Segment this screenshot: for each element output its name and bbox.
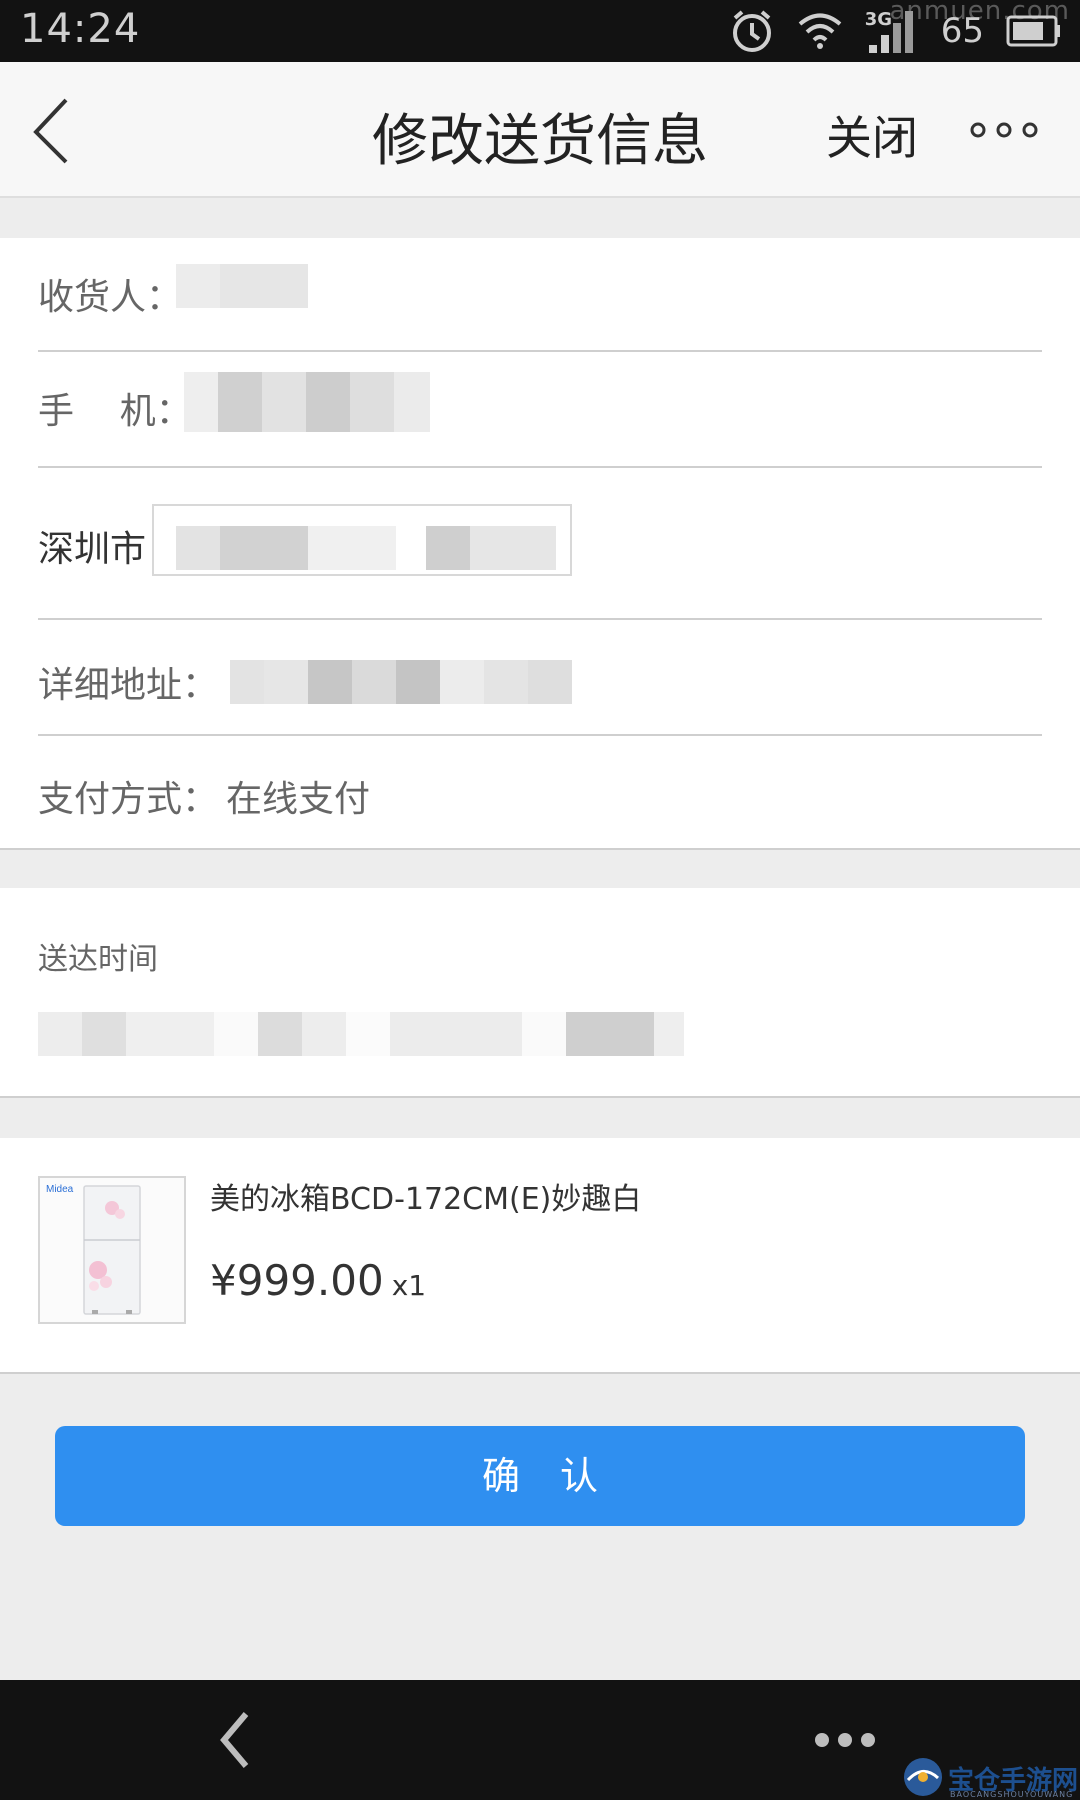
shipping-form: 收货人： 手 机： 深圳市 详细地址： 支付方式： 在线支付: [0, 238, 1080, 850]
phone-value[interactable]: [184, 372, 430, 432]
more-icon[interactable]: [964, 118, 1064, 142]
city-label: 深圳市: [38, 529, 147, 570]
battery-level: 65: [940, 11, 984, 51]
city-select[interactable]: [152, 504, 572, 576]
product-image: Midea: [38, 1176, 186, 1324]
back-icon[interactable]: [216, 1710, 256, 1770]
district-value: [176, 526, 556, 570]
status-time: 14:24: [20, 6, 141, 52]
address-label: 详细地址：: [38, 665, 219, 706]
recipient-label: 收货人：: [38, 277, 183, 318]
delivery-time-value: [38, 1012, 704, 1056]
payment-label: 支付方式：: [38, 779, 219, 820]
address-row[interactable]: 详细地址：: [38, 620, 1042, 736]
site-logo-icon: [904, 1758, 942, 1796]
delivery-time-section[interactable]: 送达时间: [0, 888, 1080, 1098]
payment-value: 在线支付: [226, 779, 371, 820]
status-icons: 3G 65: [729, 0, 1062, 62]
product-name: 美的冰箱BCD-172CM(E)妙趣白: [210, 1182, 642, 1217]
refrigerator-image: [40, 1178, 184, 1322]
status-bar: 14:24 anmuen.com 3G 65: [0, 0, 1080, 62]
phone-row[interactable]: 手 机：: [38, 352, 1042, 468]
bottom-bar: 宝仓手游网 BAOCANGSHOUYOUWANG: [0, 1680, 1080, 1800]
phone-label: 手 机：: [38, 391, 192, 432]
product-quantity: x1: [391, 1269, 427, 1302]
wifi-icon: [798, 13, 842, 49]
product-price-line: ¥999.00 x1: [210, 1256, 426, 1305]
payment-row: 支付方式： 在线支付: [38, 736, 1042, 850]
battery-icon: [1006, 15, 1060, 47]
site-logo-subtitle: BAOCANGSHOUYOUWANG: [950, 1790, 1074, 1799]
product-price: ¥999.00: [210, 1256, 384, 1305]
alarm-icon: [732, 10, 771, 52]
delivery-time-label: 送达时间: [38, 942, 158, 977]
page-title: 修改送货信息: [372, 109, 708, 174]
recipient-row[interactable]: 收货人：: [38, 238, 1042, 352]
brand-logo: Midea: [46, 1184, 74, 1195]
city-row[interactable]: 深圳市: [38, 468, 1042, 620]
confirm-button[interactable]: 确认: [55, 1426, 1025, 1526]
product-item[interactable]: Midea 美的冰箱BCD-172CM(E)妙趣白 ¥999.00 x1: [0, 1138, 1080, 1374]
recipient-value[interactable]: [176, 264, 308, 308]
nav-bar: 修改送货信息 关闭: [0, 62, 1080, 198]
address-value[interactable]: [230, 660, 572, 704]
signal-icon: 3G: [865, 7, 919, 55]
close-button[interactable]: 关闭: [826, 102, 918, 168]
more-icon[interactable]: [812, 1730, 878, 1750]
